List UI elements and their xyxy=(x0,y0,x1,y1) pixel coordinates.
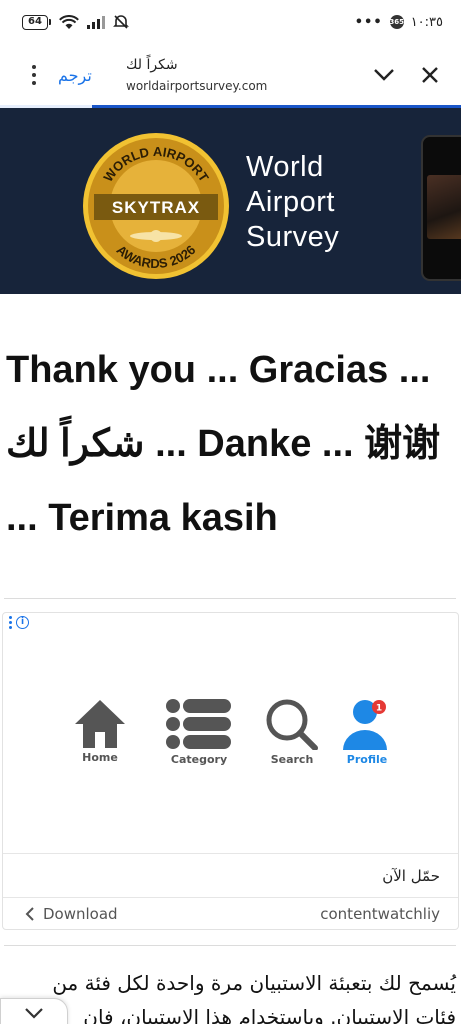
user-icon: 1 xyxy=(343,700,387,750)
ad-menu-icon[interactable] xyxy=(9,616,12,629)
battery-level: 64 xyxy=(22,14,48,30)
ad-unit[interactable]: i Home Category Search 1 Profile حمّل ال… xyxy=(2,612,459,930)
survey-line-3: Survey xyxy=(246,221,340,253)
survey-wordmark: World Airport Survey xyxy=(246,150,339,255)
close-button[interactable] xyxy=(407,52,453,98)
ad-nav-home: Home xyxy=(73,698,127,764)
ad-choices[interactable]: i xyxy=(9,616,29,629)
paragraph-line-1: يُسمح لك بتعبئة الاستبيان مرة واحدة لكل … xyxy=(52,971,456,995)
hero-banner: WORLD AIRPORT AWARDS 2026 SKYTRAX World … xyxy=(0,108,461,294)
signal-icon xyxy=(87,16,105,29)
chevron-down-icon xyxy=(25,1008,43,1019)
heading-arabic: شكراً لك xyxy=(6,423,145,465)
overflow-menu-icon[interactable] xyxy=(12,65,56,85)
paragraph-line-2: فئات الاستبيان. وباستخدام هذا الاستبيان،… xyxy=(83,1005,456,1024)
phone-image xyxy=(421,135,461,281)
muted-icon xyxy=(113,15,129,29)
skytrax-medal-logo: WORLD AIRPORT AWARDS 2026 SKYTRAX xyxy=(83,133,229,279)
profile-badge: 1 xyxy=(376,704,382,714)
heading-line-1: Thank you ... Gracias ... xyxy=(6,349,431,391)
search-icon xyxy=(266,699,318,750)
custom-tab-toolbar: ترجم شكراً لك worldairportsurvey.com xyxy=(0,44,461,106)
ad-download-label: Download xyxy=(43,905,118,923)
translate-button[interactable]: ترجم xyxy=(58,66,114,85)
wifi-icon xyxy=(59,14,79,29)
app-badge-icon: 365 xyxy=(389,15,404,29)
title-block: شكراً لك worldairportsurvey.com xyxy=(126,57,361,93)
battery-icon: 64 xyxy=(22,14,51,30)
ad-nav-profile: 1 Profile xyxy=(341,698,393,766)
page-title: شكراً لك xyxy=(126,57,178,73)
chevron-left-icon xyxy=(25,907,34,921)
ad-nav-home-label: Home xyxy=(82,751,118,764)
ad-app-nav-preview: Home Category Search 1 Profile xyxy=(3,698,458,778)
divider xyxy=(4,598,456,599)
medal-brand: SKYTRAX xyxy=(112,198,200,217)
status-bar: 64 ••• 365 ١٠:٣٥ xyxy=(0,0,461,44)
ad-download-link[interactable]: Download xyxy=(25,905,118,923)
survey-line-2: Airport xyxy=(246,186,335,218)
ad-footer: Download contentwatchliy xyxy=(3,897,458,930)
survey-info-paragraph: يُسمح لك بتعبئة الاستبيان مرة واحدة لكل … xyxy=(6,966,456,1024)
minimize-button[interactable] xyxy=(361,52,407,98)
home-icon xyxy=(75,700,125,748)
ad-nav-search-label: Search xyxy=(270,753,314,766)
heading-line-2-rest: ... Danke ... 谢谢 xyxy=(144,423,441,465)
close-icon xyxy=(422,67,438,83)
more-notifications-icon: ••• xyxy=(354,14,383,30)
ad-nav-category-label: Category xyxy=(170,753,228,766)
list-icon xyxy=(166,699,231,749)
heading-line-3: ... Terima kasih xyxy=(6,497,278,539)
survey-line-1: World xyxy=(246,151,324,183)
thank-you-heading: Thank you ... Gracias ... شكراً لك ... D… xyxy=(6,333,456,555)
status-right: ••• 365 ١٠:٣٥ xyxy=(355,15,443,30)
clock: ١٠:٣٥ xyxy=(410,14,443,30)
divider xyxy=(4,945,456,946)
chevron-down-icon xyxy=(374,69,394,81)
info-icon[interactable]: i xyxy=(16,616,29,629)
ad-nav-search: Search xyxy=(265,698,319,766)
ad-install-cta[interactable]: حمّل الآن xyxy=(3,853,458,897)
expand-toolbar-button[interactable] xyxy=(0,998,68,1024)
heading-line-2: شكراً لك ... Danke ... 谢谢 xyxy=(6,407,456,481)
ad-nav-profile-label: Profile xyxy=(346,753,388,766)
ad-nav-category: Category xyxy=(165,698,233,766)
ad-advertiser[interactable]: contentwatchliy xyxy=(320,905,440,923)
page-url: worldairportsurvey.com xyxy=(126,79,268,93)
status-left: 64 xyxy=(22,14,129,30)
phone-screen-image xyxy=(427,175,461,239)
